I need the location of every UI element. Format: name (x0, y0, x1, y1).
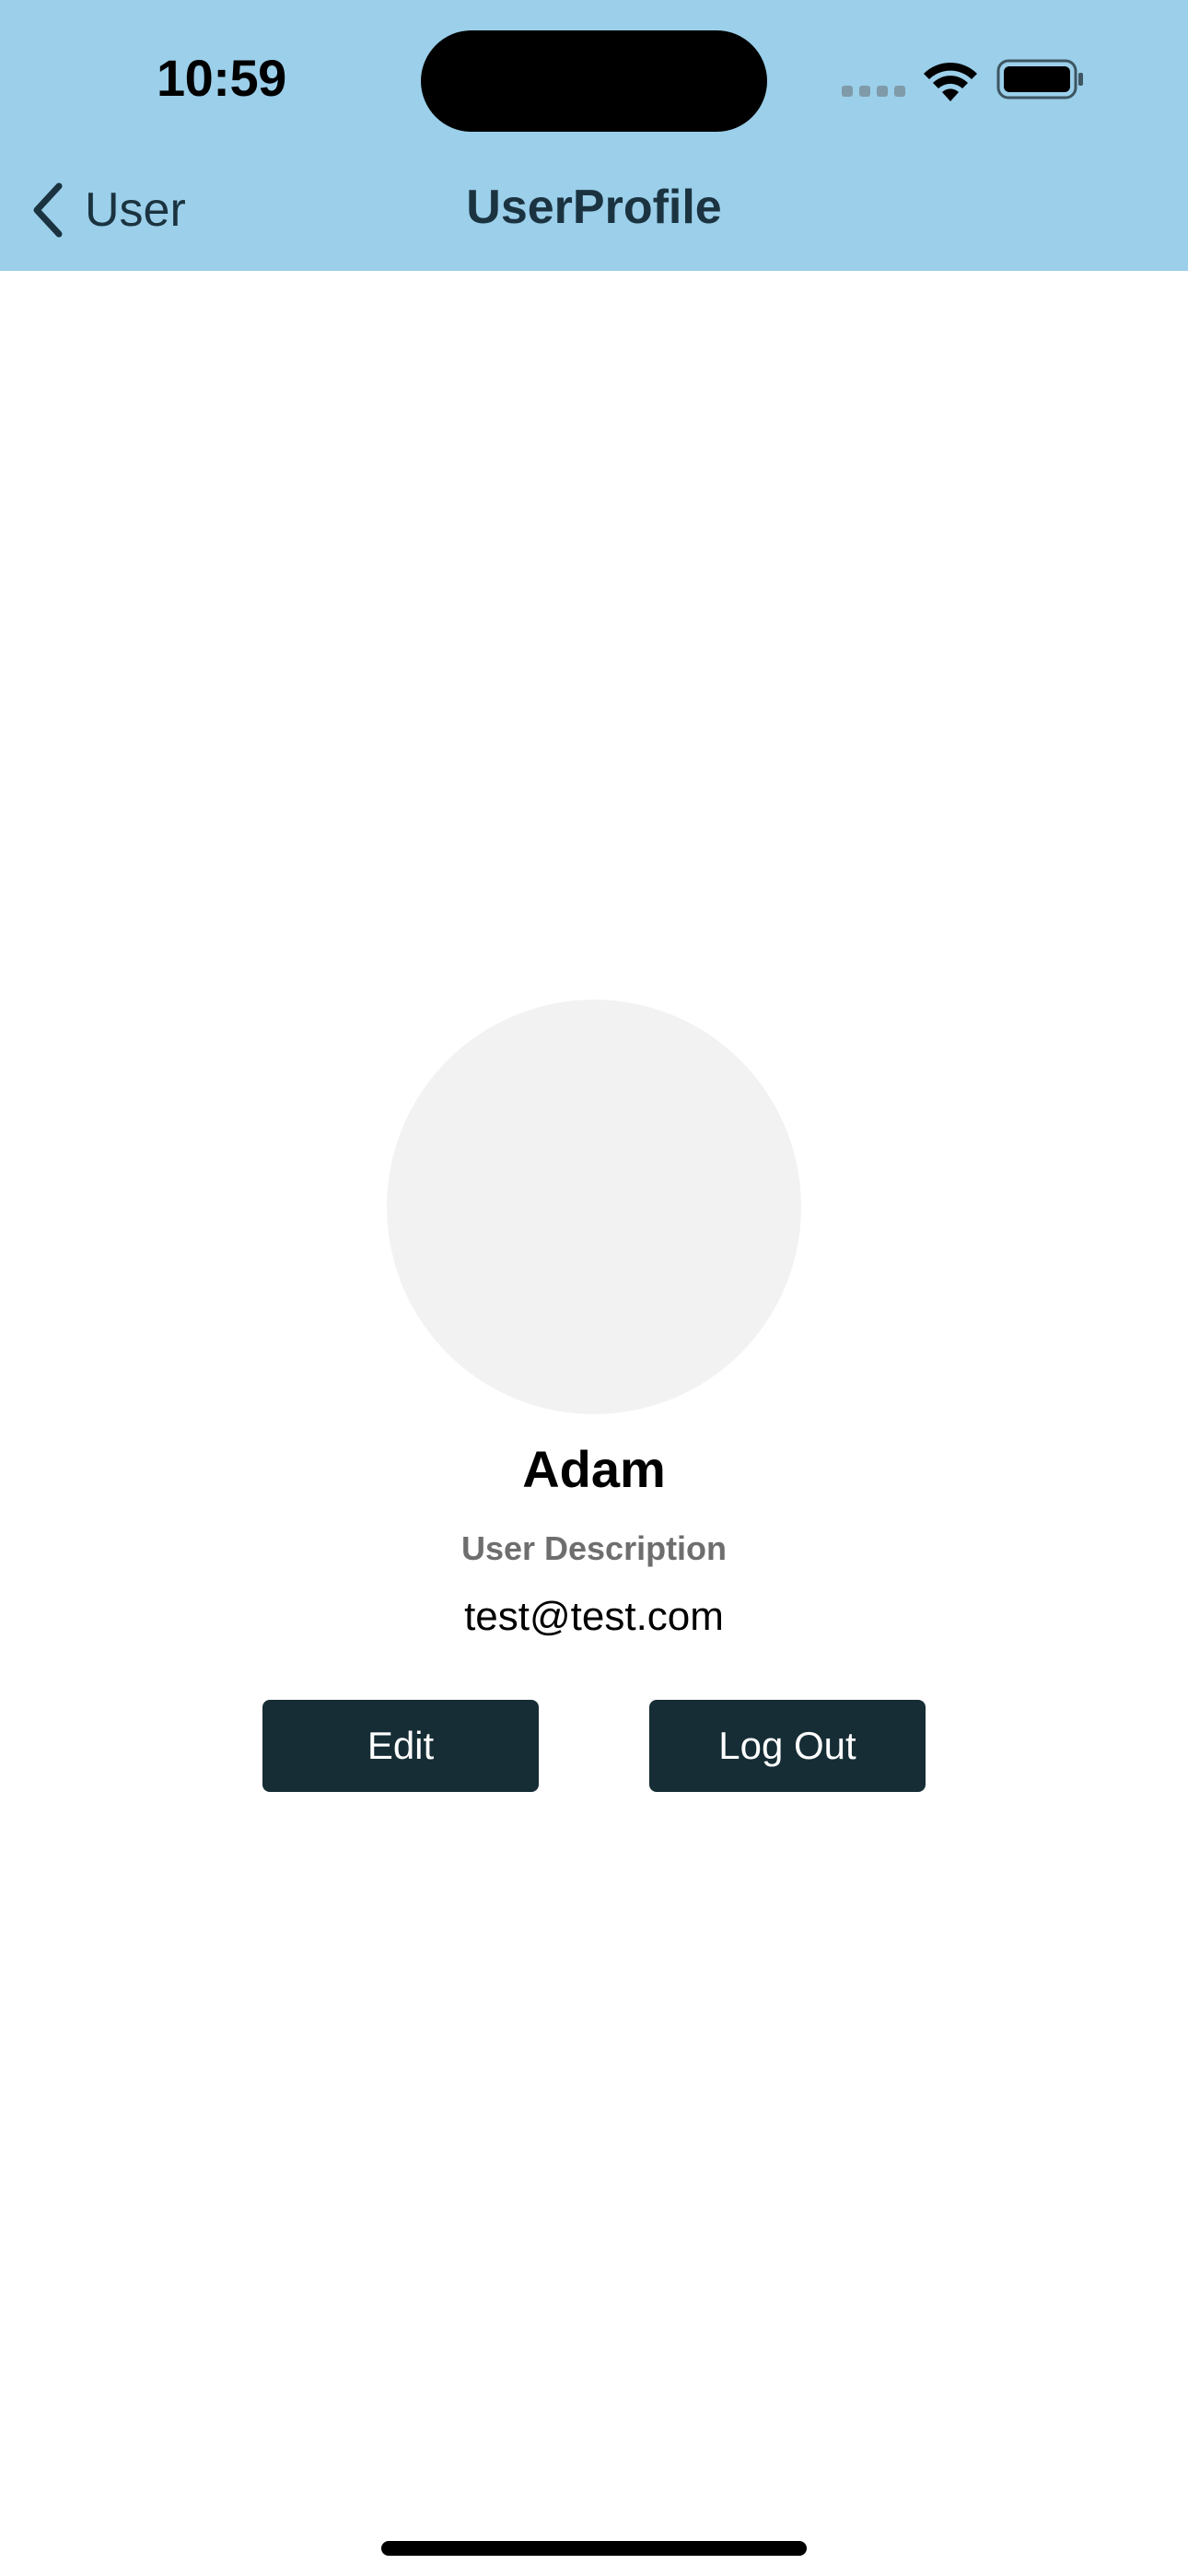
page-title: UserProfile (466, 181, 722, 234)
avatar (387, 1000, 801, 1414)
wifi-icon (924, 62, 977, 101)
profile-description: User Description (460, 1529, 728, 1567)
logout-button[interactable]: Log Out (649, 1700, 926, 1792)
home-indicator[interactable] (381, 2541, 807, 2556)
profile-email: test@test.com (464, 1594, 724, 1639)
signal-icon (842, 86, 905, 97)
dynamic-island (421, 30, 767, 132)
edit-button[interactable]: Edit (262, 1700, 539, 1792)
status-time: 10:59 (157, 49, 286, 107)
battery-icon (996, 59, 1083, 100)
top-bar: 10:59 User UserProfile (0, 0, 1188, 271)
profile-name: Adam (522, 1440, 666, 1498)
